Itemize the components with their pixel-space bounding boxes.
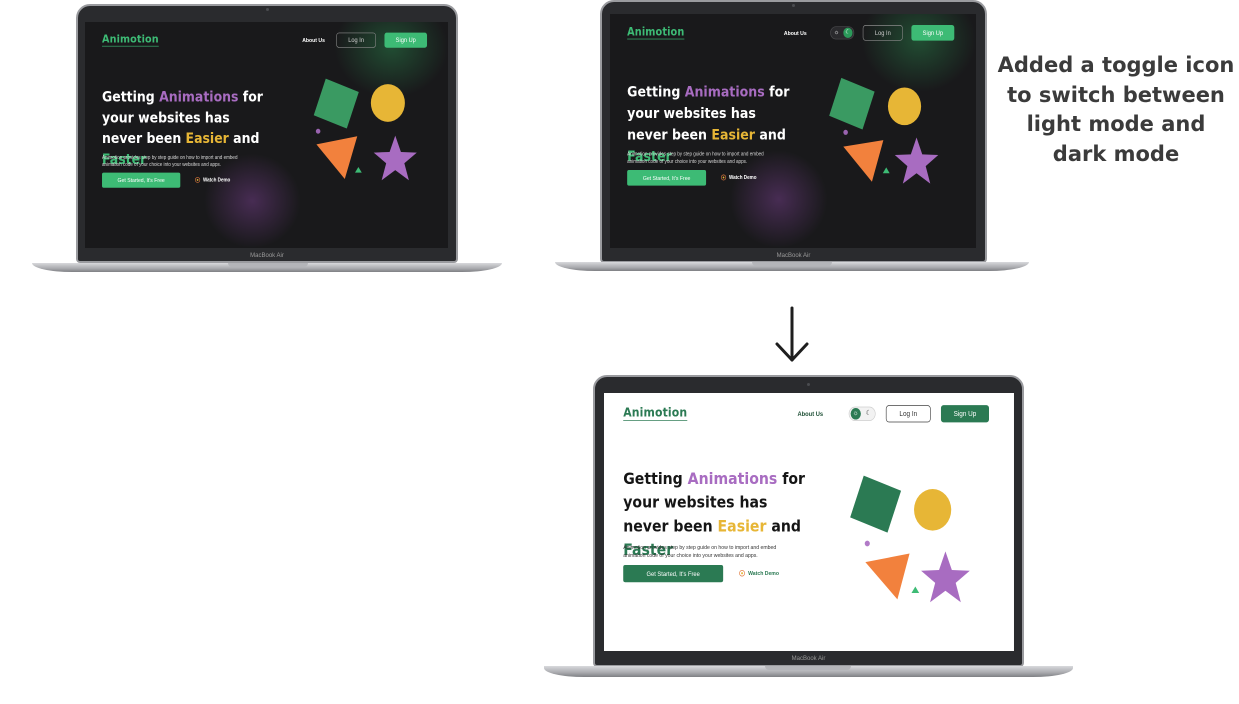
laptop-dark-original: Animotion About Us Log In Sign Up Gettin… [76, 4, 458, 263]
down-arrow-icon [775, 306, 809, 362]
small-purple-dot [864, 540, 870, 547]
small-purple-dot [843, 129, 848, 135]
hero-shapes [313, 78, 417, 181]
website-light: Animotion About Us ☼ ☾ Log In Sign Up Ge… [604, 393, 1014, 651]
green-square-shape [313, 78, 359, 129]
caption-line: dark mode [1052, 141, 1180, 166]
purple-star-shape [894, 137, 939, 184]
yellow-circle-shape [370, 84, 405, 122]
camera-dot [265, 8, 269, 11]
caption-line: Added a toggle icon [997, 53, 1235, 77]
small-green-triangle [354, 167, 362, 173]
caption-line: to switch between [1007, 82, 1225, 107]
laptop-dark-toggle: Animotion About Us ☼ ☾ Log In Sign Up Ge… [600, 0, 987, 263]
device-label: MacBook Air [791, 656, 826, 662]
yellow-circle-shape [914, 489, 952, 531]
purple-star-shape [921, 551, 970, 603]
caption: Added a toggle icon to switch between li… [990, 51, 1239, 169]
device-label: MacBook Air [776, 253, 811, 259]
camera-dot [792, 4, 795, 7]
purple-star-shape [373, 135, 417, 181]
green-square-shape [829, 77, 875, 130]
device-label: MacBook Air [250, 253, 284, 259]
small-green-triangle [911, 586, 920, 593]
orange-triangle-shape [865, 553, 910, 600]
camera-dot [807, 383, 810, 386]
laptop-notch [765, 666, 851, 670]
orange-triangle-shape [843, 140, 884, 182]
laptop-light-toggle: Animotion About Us ☼ ☾ Log In Sign Up Ge… [593, 375, 1024, 667]
laptop-screen: Animotion About Us ☼ ☾ Log In Sign Up Ge… [610, 14, 976, 248]
small-purple-dot [315, 128, 321, 134]
orange-triangle-shape [316, 136, 358, 179]
website-dark: Animotion About Us Log In Sign Up Gettin… [85, 22, 448, 248]
laptop-notch [752, 262, 832, 266]
caption-line: light mode and [1026, 112, 1206, 136]
small-green-triangle [882, 167, 890, 174]
green-square-shape [850, 475, 902, 533]
laptop-notch [228, 263, 308, 267]
hero-shapes [850, 475, 970, 603]
laptop-screen: Animotion About Us ☼ ☾ Log In Sign Up Ge… [604, 393, 1014, 651]
hero-shapes [829, 77, 939, 184]
yellow-circle-shape [887, 87, 922, 126]
laptop-screen: Animotion About Us Log In Sign Up Gettin… [85, 22, 448, 248]
website-dark: Animotion About Us ☼ ☾ Log In Sign Up Ge… [610, 14, 976, 248]
